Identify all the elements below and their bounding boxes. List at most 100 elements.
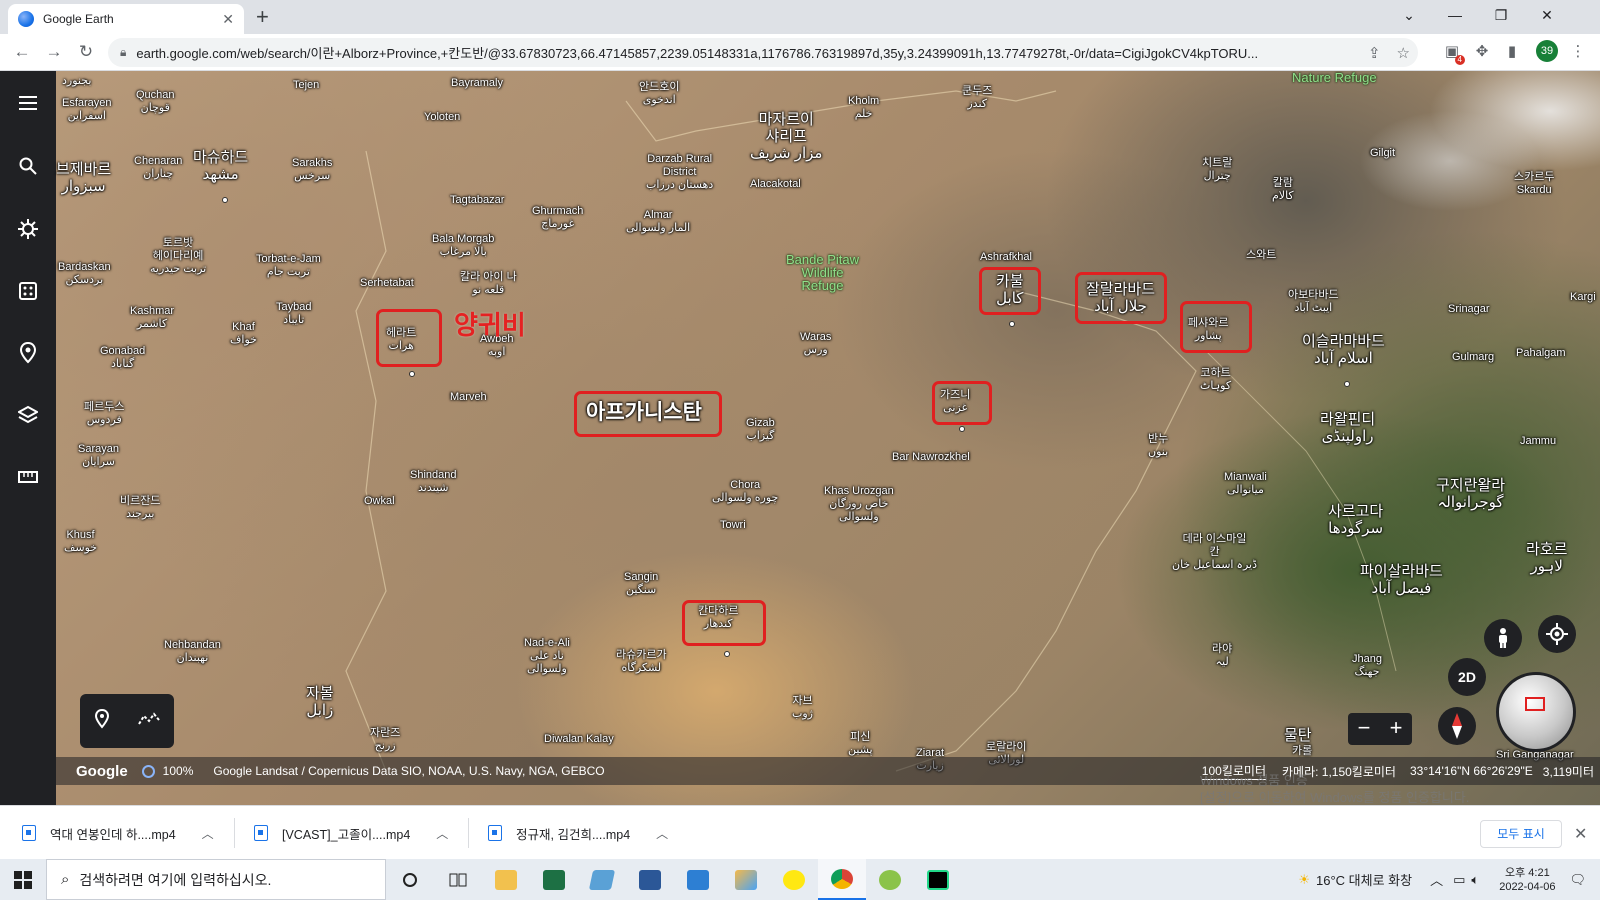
divider xyxy=(468,818,469,848)
app-icon-3[interactable] xyxy=(866,859,914,900)
video-file-icon xyxy=(22,825,36,841)
map-label: Jhang جھنگ xyxy=(1352,653,1382,678)
view-2d-button[interactable]: 2D xyxy=(1448,658,1486,696)
menu-icon[interactable] xyxy=(14,89,42,117)
word-icon[interactable] xyxy=(626,859,674,900)
network-icon[interactable]: ▭ xyxy=(1453,872,1465,888)
clock-time: 오후 4:21 xyxy=(1504,866,1550,879)
tab-google-earth[interactable]: Google Earth ✕ xyxy=(8,4,244,34)
taskbar-search[interactable]: ⌕ 검색하려면 여기에 입력하십시오. xyxy=(46,859,386,900)
forward-button[interactable]: → xyxy=(42,40,66,64)
tab-close-icon[interactable]: ✕ xyxy=(222,11,234,28)
map-label: Kashmar کاشمر xyxy=(130,305,175,330)
city-marker xyxy=(409,371,415,377)
path-icon[interactable] xyxy=(138,711,160,731)
satellite-map[interactable]: بجنورد Quchan قوچان Esfarayen اسفراین Te… xyxy=(56,71,1600,805)
chrome-icon[interactable] xyxy=(818,859,866,900)
city-marker xyxy=(1009,321,1015,327)
pycharm-icon[interactable] xyxy=(914,859,962,900)
pegman-icon[interactable] xyxy=(1484,619,1522,657)
chevron-up-icon[interactable]: ︿ xyxy=(202,825,214,842)
extension-icon[interactable]: ▣ 4 xyxy=(1442,42,1465,65)
paint-icon[interactable] xyxy=(722,859,770,900)
close-downloads-icon[interactable]: ✕ xyxy=(1574,824,1587,844)
system-tray: ☀︎ 16°C 대체로 화창 ︿ ▭ 🔈︎ 오후 4:21 2022-04-06… xyxy=(1298,859,1600,900)
reload-button[interactable]: ↻ xyxy=(74,40,98,64)
placemark-icon[interactable] xyxy=(94,708,110,734)
extensions-icon[interactable]: ✥ xyxy=(1472,42,1492,62)
annotation-text: 양귀비 xyxy=(454,310,526,340)
zoom-in-button[interactable]: + xyxy=(1380,713,1412,745)
map-label: Diwalan Kalay xyxy=(544,733,614,745)
map-label: 데라 이스마일 칸 ڈیرہ اسماعیل خان xyxy=(1172,533,1258,571)
show-all-downloads-button[interactable]: 모두 표시 xyxy=(1480,820,1562,848)
minimize-button[interactable]: — xyxy=(1432,0,1478,30)
profile-avatar[interactable]: 39 xyxy=(1536,40,1558,62)
close-window-button[interactable]: ✕ xyxy=(1524,0,1570,30)
map-label: Almar المار ولسوالی xyxy=(626,209,691,234)
mini-globe[interactable] xyxy=(1496,672,1576,752)
show-hidden-icons-icon[interactable]: ︿ xyxy=(1430,870,1443,889)
map-label: 치트랄 چترال xyxy=(1202,157,1233,182)
url-text[interactable]: earth.google.com/web/search/이란+Alborz+Pr… xyxy=(136,43,1360,62)
notifications-icon[interactable]: 🗨︎ xyxy=(1569,872,1586,888)
lock-icon[interactable]: 🔒︎ xyxy=(120,45,126,60)
new-tab-button[interactable]: + xyxy=(256,5,269,29)
volume-icon[interactable]: 🔈︎ xyxy=(1471,872,1479,888)
app-icon-2[interactable] xyxy=(674,859,722,900)
city-marker xyxy=(724,651,730,657)
map-label: 비르잔드 بیرجند xyxy=(120,495,161,520)
address-bar[interactable]: 🔒︎ earth.google.com/web/search/이란+Alborz… xyxy=(108,38,1418,67)
app-icon[interactable] xyxy=(578,859,626,900)
voyager-icon[interactable] xyxy=(14,215,42,243)
clock[interactable]: 오후 4:21 2022-04-06 xyxy=(1499,866,1555,894)
weather-text[interactable]: 16°C 대체로 화창 xyxy=(1316,870,1412,889)
map-label: 칼라 아이 나 قلعه نو xyxy=(460,271,517,296)
feeling-lucky-icon[interactable] xyxy=(14,277,42,305)
map-label: 파이살라바드 فیصل آباد xyxy=(1360,563,1443,597)
cortana-icon[interactable] xyxy=(386,859,434,900)
my-location-icon[interactable] xyxy=(1538,615,1576,653)
map-label: Shindand شیندند xyxy=(410,469,457,494)
compass-icon[interactable] xyxy=(1438,707,1476,745)
share-icon[interactable]: ⇪ xyxy=(1368,44,1381,62)
kakaotalk-icon[interactable] xyxy=(770,859,818,900)
map-label: 라호르 لاہور xyxy=(1526,541,1568,575)
download-item[interactable]: 역대 연봉인데 하....mp4 ︿ xyxy=(22,818,214,848)
map-label: Esfarayen اسفراین xyxy=(62,97,112,122)
file-explorer-icon[interactable] xyxy=(482,859,530,900)
map-label: Serhetabat xyxy=(360,277,414,289)
map-label: Gulmarg xyxy=(1452,351,1495,363)
map-label: Chenaran چناران xyxy=(134,155,183,180)
projects-icon[interactable] xyxy=(14,339,42,367)
zoom-out-button[interactable]: − xyxy=(1348,713,1380,745)
mini-globe-viewport-marker xyxy=(1525,697,1545,711)
weather-icon[interactable]: ☀︎ xyxy=(1298,872,1310,888)
data-credits[interactable]: Google Landsat / Copernicus Data SIO, NO… xyxy=(213,764,604,778)
chevron-up-icon[interactable]: ︿ xyxy=(436,825,448,842)
start-button[interactable] xyxy=(0,859,46,900)
map-label: 자란즈 زرنج xyxy=(370,727,401,752)
restore-button[interactable]: ❐ xyxy=(1478,0,1524,30)
excel-icon[interactable] xyxy=(530,859,578,900)
search-icon[interactable] xyxy=(14,152,42,180)
download-item[interactable]: 정규재, 김건희....mp4 ︿ xyxy=(488,818,668,848)
map-label: Owkal xyxy=(364,495,395,507)
back-button[interactable]: ← xyxy=(10,40,34,64)
map-label: Ghurmach غورماچ xyxy=(532,205,584,230)
more-vert-icon[interactable]: ⋮ xyxy=(1568,42,1588,62)
placemark-tools-panel xyxy=(80,694,174,748)
download-item[interactable]: [VCAST]_고졸이....mp4 ︿ xyxy=(254,818,448,848)
side-panel-icon[interactable]: ▮ xyxy=(1502,42,1522,62)
video-file-icon xyxy=(488,825,502,841)
star-icon[interactable]: ☆ xyxy=(1397,44,1410,62)
map-label: Jammu xyxy=(1520,435,1557,447)
task-view-icon[interactable] xyxy=(434,859,482,900)
tab-search-dropdown-icon[interactable]: ⌄ xyxy=(1386,0,1432,30)
map-label: Bayramaly xyxy=(451,77,503,89)
map-label: Srinagar xyxy=(1448,303,1490,315)
load-progress: 100% xyxy=(162,764,194,778)
chevron-up-icon[interactable]: ︿ xyxy=(656,825,668,842)
measure-icon[interactable] xyxy=(14,463,42,491)
map-style-icon[interactable] xyxy=(14,401,42,429)
